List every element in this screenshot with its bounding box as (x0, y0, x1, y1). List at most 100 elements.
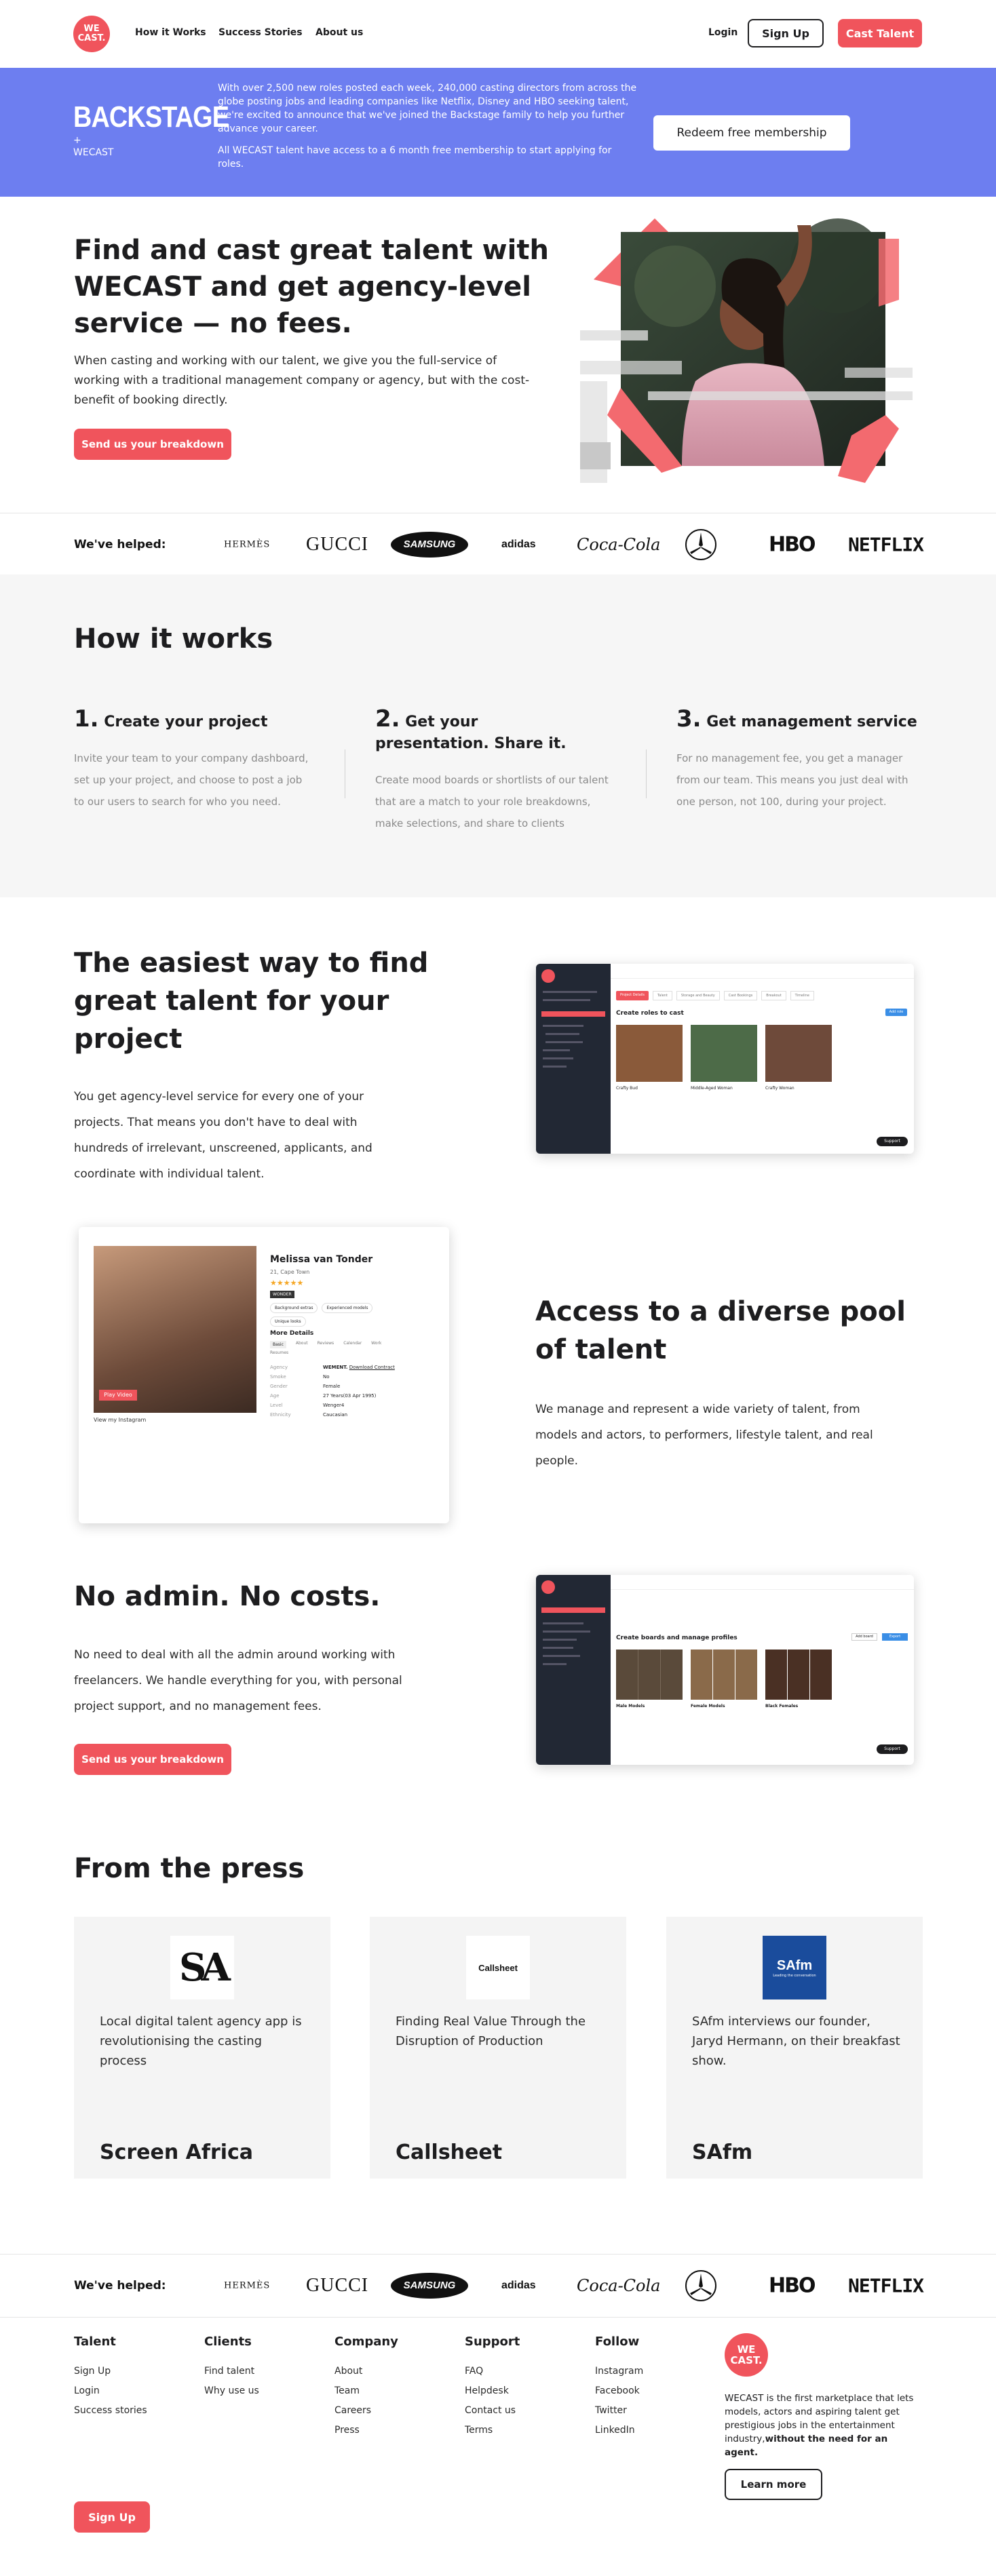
step-title-text: Get your presentation. Share it. (375, 714, 567, 752)
profile-tabs: Basic About Reviews Calendar Work (270, 1341, 381, 1348)
tab[interactable]: Project Details (616, 991, 649, 1000)
tab[interactable]: Timeline (790, 991, 814, 1000)
press-text: SAfm interviews our founder, Jaryd Herma… (692, 2014, 900, 2068)
nav-how-it-works[interactable]: How it Works (135, 27, 206, 38)
footer-link[interactable]: Terms (465, 2423, 493, 2437)
press-card-screen-africa[interactable]: SA Local digital talent agency app is re… (74, 1917, 330, 2179)
footer-col-title: Company (334, 2335, 398, 2349)
role-name: Crafty Bud (616, 1086, 638, 1091)
footer-link[interactable]: Twitter (595, 2404, 627, 2417)
tab[interactable]: Reviews (318, 1341, 334, 1348)
tab[interactable]: Resumes (270, 1350, 288, 1355)
hero-title: Find and cast great talent with WECAST a… (74, 235, 549, 339)
tab[interactable]: Calendar (343, 1341, 362, 1348)
wecast-logo[interactable]: WE CAST. (73, 16, 110, 52)
add-role-button[interactable]: Add role (885, 1009, 907, 1016)
login-link[interactable]: Login (708, 27, 738, 38)
tab[interactable]: Basic (270, 1341, 286, 1348)
footer-link[interactable]: FAQ (465, 2364, 483, 2378)
footer-link[interactable]: About (334, 2364, 362, 2378)
brand-hermes: HERMÈS (224, 539, 271, 550)
tab[interactable]: Work (371, 1341, 381, 1348)
nav-about-us[interactable]: About us (315, 27, 363, 38)
sidebar-line (545, 1041, 583, 1043)
redeem-membership-button[interactable]: Redeem free membership (653, 115, 850, 151)
tag: Background extras (270, 1303, 318, 1313)
footer-link[interactable]: Success stories (74, 2404, 147, 2417)
step-3-text: For no management fee, you get a manager… (676, 752, 908, 808)
detail-key: Level (270, 1403, 283, 1408)
press-text: Finding Real Value Through the Disruptio… (396, 2014, 586, 2048)
download-contract-link[interactable]: Download Contract (349, 1365, 395, 1370)
instagram-link[interactable]: View my Instagram (94, 1417, 146, 1423)
board-thumbnails (765, 1650, 832, 1700)
board-thumbnails (616, 1650, 683, 1700)
how-it-works-title: How it works (74, 623, 273, 655)
support-button[interactable]: Support (877, 1744, 908, 1754)
step-number: 2. (375, 705, 400, 733)
step-1-text: Invite your team to your company dashboa… (74, 752, 309, 808)
feature-2-text: We manage and represent a wide variety o… (535, 1403, 873, 1468)
how-it-works-section: How it works 1. Create your project Invi… (0, 574, 996, 897)
send-breakdown-button-2[interactable]: Send us your breakdown (74, 1744, 231, 1775)
backstage-logo: BACKSTAGE (73, 100, 229, 134)
add-board-button[interactable]: Add board (851, 1633, 877, 1641)
footer-logo[interactable]: WE CAST. (725, 2333, 768, 2377)
dashboard-sidebar (536, 1575, 611, 1765)
footer-link[interactable]: Why use us (204, 2384, 259, 2398)
tab[interactable]: Cast Bookings (723, 991, 758, 1000)
tab[interactable]: Talent (653, 991, 672, 1000)
press-text: Local digital talent agency app is revol… (100, 2014, 302, 2068)
footer-link[interactable]: Find talent (204, 2364, 254, 2378)
logo-text: Callsheet (478, 1962, 518, 1973)
brands-strip-footer: We've helped: HERMÈS GUCCI SAMSUNG adida… (0, 2254, 996, 2318)
logo-tagline: Leading the conversation (773, 1973, 816, 1978)
sidebar-line (543, 1647, 573, 1649)
press-name: Callsheet (396, 2141, 503, 2164)
footer-link[interactable]: Team (334, 2384, 360, 2398)
send-breakdown-button[interactable]: Send us your breakdown (74, 429, 231, 460)
board-name: Female Models (691, 1704, 725, 1709)
more-details-heading: More Details (270, 1330, 314, 1337)
export-button[interactable]: Export (882, 1633, 908, 1641)
step-number: 1. (74, 705, 99, 733)
brands-strip: We've helped: HERMÈS GUCCI SAMSUNG adida… (0, 513, 996, 577)
sidebar-line (545, 1033, 579, 1035)
detail-key: Ethnicity (270, 1412, 291, 1418)
dashboard-screenshot-boards: Create boards and manage profiles Add bo… (536, 1575, 914, 1765)
board-name: Male Models (616, 1704, 645, 1709)
footer-link[interactable]: LinkedIn (595, 2423, 635, 2437)
tab[interactable]: Breakout (761, 991, 786, 1000)
press-card-safm[interactable]: SAfm Leading the conversation SAfm interv… (666, 1917, 923, 2179)
footer-link[interactable]: Login (74, 2384, 100, 2398)
signup-button[interactable]: Sign Up (748, 19, 824, 47)
detail-row: Age 27 Years(03 Apr 1995) (270, 1391, 419, 1401)
sidebar-line (543, 1631, 590, 1633)
sidebar-line (543, 1639, 577, 1641)
logo-sub: WECAST (73, 147, 114, 158)
brand-gucci: GUCCI (306, 534, 369, 555)
play-video-button[interactable]: Play Video (99, 1390, 137, 1401)
backstage-banner: BACKSTAGE + WECAST With over 2,500 new ro… (0, 68, 996, 197)
step-2-text: Create mood boards or shortlists of our … (375, 774, 609, 830)
footer-link[interactable]: Sign Up (74, 2364, 111, 2378)
tab[interactable]: Storage and Beauty (676, 991, 720, 1000)
footer-link[interactable]: Careers (334, 2404, 371, 2417)
footer-signup-button[interactable]: Sign Up (74, 2501, 150, 2533)
footer-link[interactable]: Instagram (595, 2364, 643, 2378)
cast-talent-button[interactable]: Cast Talent (838, 19, 922, 47)
detail-value: WEMENT. (323, 1365, 348, 1370)
sidebar-line (543, 1057, 573, 1059)
support-button[interactable]: Support (877, 1137, 908, 1146)
tab[interactable]: About (296, 1341, 308, 1348)
sidebar-line (543, 1655, 580, 1657)
footer-link[interactable]: Contact us (465, 2404, 516, 2417)
footer-link[interactable]: Facebook (595, 2384, 640, 2398)
dashboard-topbar (611, 964, 914, 979)
brand-adidas: adidas (501, 2280, 536, 2291)
footer-link[interactable]: Helpdesk (465, 2384, 509, 2398)
nav-success-stories[interactable]: Success Stories (218, 27, 303, 38)
press-card-callsheet[interactable]: Callsheet Finding Real Value Through the… (370, 1917, 626, 2179)
learn-more-button[interactable]: Learn more (725, 2469, 822, 2500)
footer-link[interactable]: Press (334, 2423, 360, 2437)
